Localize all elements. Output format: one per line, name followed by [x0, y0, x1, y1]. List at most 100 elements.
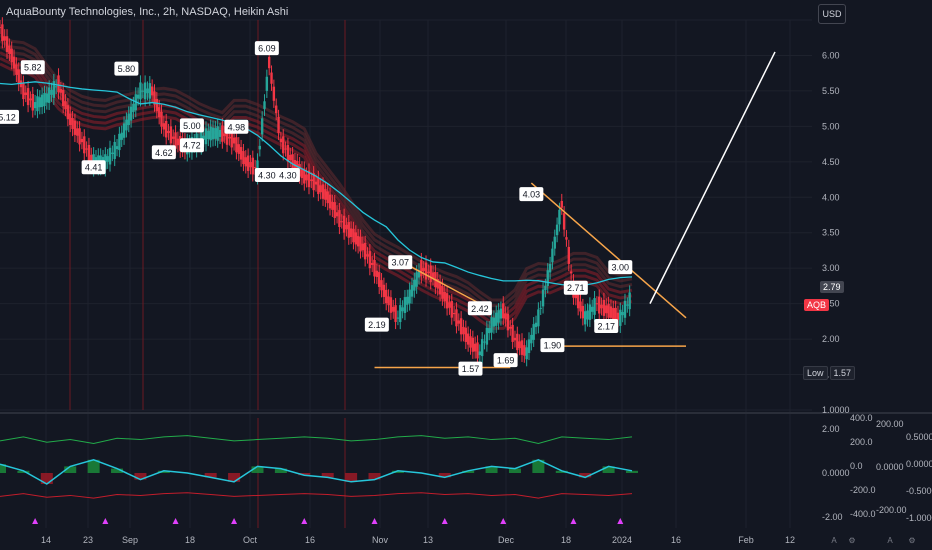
signal-marker: [102, 518, 109, 524]
candle-body: [50, 89, 53, 95]
time-tick: 12: [785, 535, 795, 545]
candle-body: [476, 342, 479, 359]
auto-scale-icon[interactable]: A: [828, 534, 840, 546]
candle-body: [78, 128, 81, 145]
candle-body: [223, 133, 226, 137]
settings-icon-2[interactable]: ⚙: [906, 534, 918, 546]
candle-body: [118, 133, 121, 151]
candle-body: [64, 101, 67, 109]
time-tick: Dec: [498, 535, 515, 545]
candle-body: [284, 148, 287, 150]
candle-body: [544, 285, 547, 291]
signal-marker: [441, 518, 448, 524]
candle-body: [125, 119, 128, 131]
candle-body: [279, 138, 283, 143]
candle-body: [253, 167, 257, 169]
candle-body: [164, 120, 168, 138]
swing-label-text: 5.80: [118, 64, 136, 74]
candle-body: [462, 326, 465, 335]
candle-body: [492, 317, 496, 327]
signal-marker: [371, 518, 378, 524]
candle-body: [626, 304, 629, 306]
candle-body: [429, 265, 432, 283]
candle-body: [495, 312, 498, 326]
swing-label: 1.69: [493, 353, 518, 368]
candle-body: [275, 105, 278, 114]
candle-body: [38, 97, 41, 108]
candle-body: [560, 200, 563, 208]
candle-body: [24, 92, 27, 96]
chart[interactable]: 5.12 5.82 4.41 5.80 4.62 5.00 4.72 4.98 6.09 4.30…: [0, 0, 932, 550]
price-tick: 5.00: [822, 121, 840, 131]
signal-marker: [570, 518, 577, 524]
swing-label: 5.82: [20, 60, 45, 75]
candle-body: [22, 82, 25, 100]
candle-body: [431, 272, 435, 279]
candle-body: [69, 113, 72, 125]
candle-body: [328, 194, 332, 209]
time-axis[interactable]: 14 23 Sep 18 Oct 16 Nov 13 Dec 18 2024 16 Feb 12: [41, 535, 795, 545]
settings-icon[interactable]: ⚙: [846, 534, 858, 546]
swing-label-text: 3.07: [392, 258, 410, 268]
oscillator-pane: [0, 435, 638, 524]
signal-marker: [172, 518, 179, 524]
candle-body: [551, 248, 554, 263]
currency-button[interactable]: USD: [818, 4, 846, 24]
price-axis[interactable]: 6.506.005.505.004.504.003.503.002.502.00…: [822, 15, 850, 415]
candle-body: [291, 154, 294, 170]
time-tick: 2024: [612, 535, 632, 545]
candle-body: [62, 89, 65, 107]
candle-body: [396, 317, 400, 319]
candle-body: [583, 311, 587, 325]
candle-body: [380, 280, 383, 291]
price-tick: 4.00: [822, 192, 840, 202]
low-label: Low: [803, 366, 828, 380]
swing-label-text: 4.72: [183, 141, 201, 151]
oscillator-axis[interactable]: 2.00 0.0000 -2.00 400.0 200.0 0.0 -200.0 -400.0…: [822, 413, 932, 523]
osc-scale-1: 200.0: [850, 437, 873, 447]
osc-scale-2: 200.00: [876, 419, 904, 429]
candle-body: [260, 118, 264, 135]
candle-body: [263, 101, 266, 109]
auto-scale-icon-2[interactable]: A: [884, 534, 896, 546]
candle-body: [340, 221, 343, 223]
lower-band: [0, 492, 633, 499]
candle-body: [392, 306, 395, 312]
candle-body: [305, 174, 308, 181]
candle-body: [553, 236, 556, 249]
candle-body: [408, 289, 411, 304]
candle-body: [155, 98, 159, 112]
swing-label-text: 4.03: [523, 190, 541, 200]
osc-scale-1: 400.0: [850, 413, 873, 423]
candle-body: [609, 306, 613, 318]
swing-label: 2.19: [364, 317, 389, 332]
swing-label: 4.62: [151, 145, 176, 160]
candle-body: [413, 279, 416, 291]
candle-body: [441, 285, 444, 299]
swing-label-text: 2.42: [471, 304, 489, 314]
candle-body: [324, 189, 327, 200]
candle-body: [445, 293, 449, 309]
candle-body: [532, 324, 535, 340]
candle-body: [537, 309, 540, 327]
swing-label: 1.90: [540, 338, 565, 353]
candle-body: [43, 92, 46, 106]
candle-body: [534, 322, 538, 328]
candle-body: [232, 137, 236, 144]
signal-marker: [500, 518, 507, 524]
candle-body: [502, 303, 505, 319]
candle-body: [488, 328, 491, 334]
candle-body: [66, 105, 70, 120]
candle-body: [244, 157, 247, 167]
candle-body: [136, 94, 140, 99]
candle-body: [473, 343, 477, 352]
candle-body: [598, 296, 601, 314]
candle-body: [157, 107, 161, 118]
swing-label-text: 3.00: [612, 263, 630, 273]
candle-body: [211, 127, 215, 140]
candle-body: [331, 201, 334, 210]
price-tick: 6.00: [822, 50, 840, 60]
swing-label: 5.00: [179, 118, 204, 133]
chart-title: AquaBounty Technologies, Inc., 2h, NASDA…: [6, 6, 289, 18]
low-value: 1.57: [829, 366, 856, 380]
